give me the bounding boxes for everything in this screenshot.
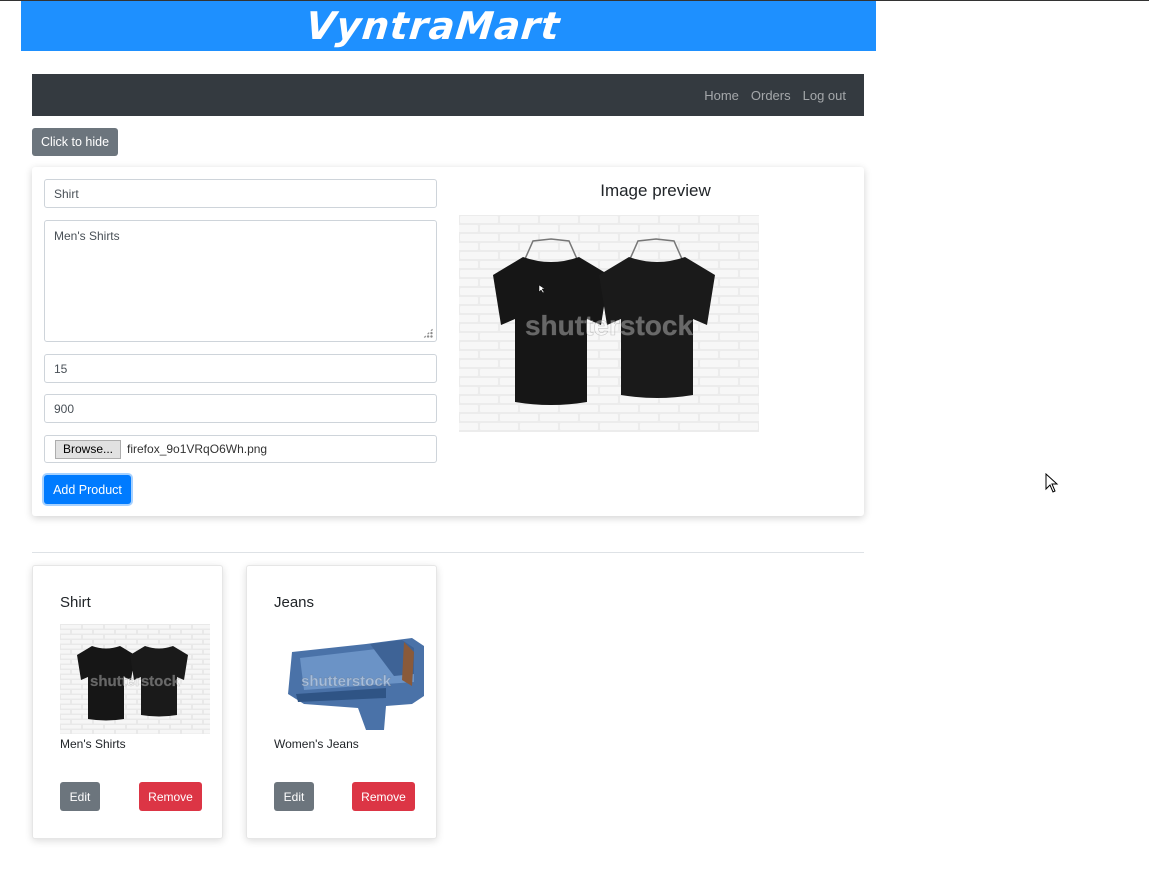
product-quantity-input[interactable]: 15 [44, 354, 437, 383]
brand-banner: VyntraMart [21, 1, 876, 51]
product-card-jeans: Jeans shutterstock Women's Jeans Edit Re… [246, 565, 437, 839]
jeans-watermark: shutterstock [301, 673, 392, 690]
shirt-watermark: shutterstock [90, 673, 181, 690]
description-text: Men's Shirts [54, 229, 120, 243]
toggle-form-button[interactable]: Click to hide [32, 128, 118, 156]
navbar: Home Orders Log out [32, 74, 864, 116]
product-price-input[interactable]: 900 [44, 394, 437, 423]
selected-file-name: firefox_9o1VRqO6Wh.png [127, 442, 268, 456]
brand-logo: VyntraMart [304, 4, 563, 48]
add-product-button[interactable]: Add Product [44, 475, 131, 504]
browse-button[interactable]: Browse... [55, 439, 122, 459]
image-file-input[interactable]: Browse... firefox_9o1VRqO6Wh.png [44, 435, 437, 463]
edit-button[interactable]: Edit [60, 782, 100, 811]
section-divider [32, 552, 864, 553]
product-description: Men's Shirts [60, 737, 126, 751]
product-card-shirt: Shirt shutterstock Men's Shirts Edit Rem… [32, 565, 223, 839]
mouse-pointer-icon [1045, 473, 1059, 493]
product-description: Women's Jeans [274, 737, 359, 751]
product-description-textarea[interactable]: Men's Shirts [44, 220, 437, 342]
nav-orders-link[interactable]: Orders [751, 88, 791, 103]
image-preview: shutterstock [459, 215, 759, 432]
remove-button[interactable]: Remove [352, 782, 415, 811]
remove-button[interactable]: Remove [139, 782, 202, 811]
product-title: Jeans [274, 594, 315, 611]
image-preview-title: Image preview [600, 181, 711, 200]
product-title: Shirt [60, 594, 91, 611]
product-image-jeans: shutterstock [274, 624, 424, 734]
resize-grip-icon[interactable] [423, 328, 433, 338]
nav-logout-link[interactable]: Log out [803, 88, 846, 103]
product-image-shirt: shutterstock [60, 624, 210, 734]
add-product-form-card: Shirt Men's Shirts 15 900 Browse... fire… [32, 167, 864, 516]
nav-home-link[interactable]: Home [704, 88, 739, 103]
product-name-input[interactable]: Shirt [44, 179, 437, 208]
edit-button[interactable]: Edit [274, 782, 314, 811]
preview-watermark: shutterstock [525, 310, 693, 341]
